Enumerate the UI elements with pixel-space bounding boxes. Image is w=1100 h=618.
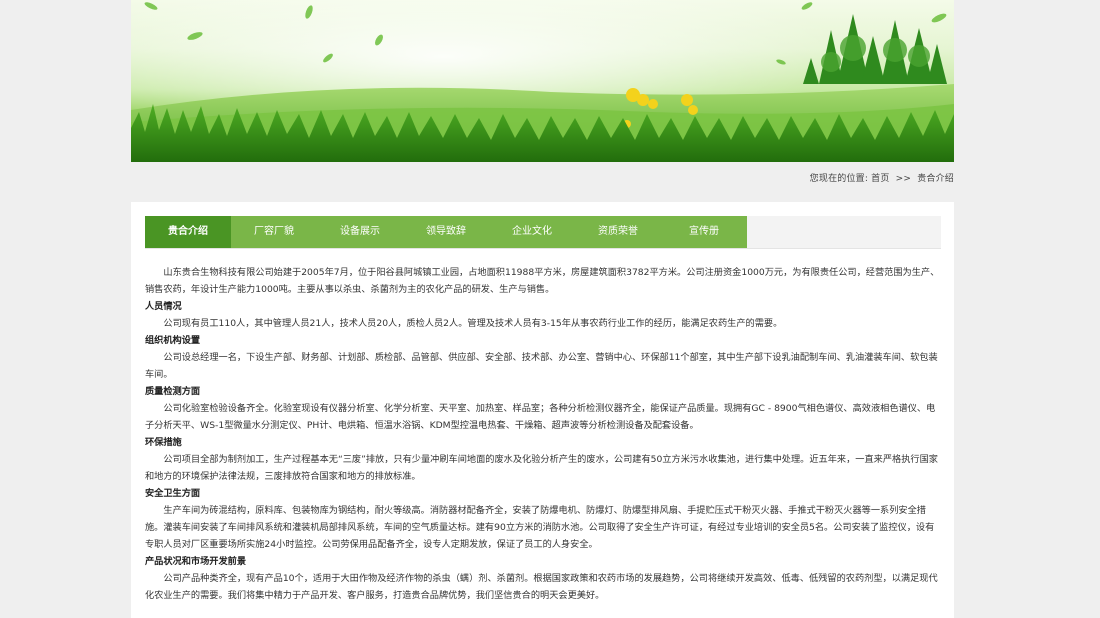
- tab-honors[interactable]: 资质荣誉: [575, 216, 661, 248]
- section-text-products: 公司产品种类齐全，现有产品10个，适用于大田作物及经济作物的杀虫（螨）剂、杀菌剂…: [145, 573, 938, 601]
- section-heading-quality: 质量检测方面: [145, 386, 201, 397]
- section-text-staff: 公司现有员工110人，其中管理人员21人，技术人员20人，质检人员2人。管理及技…: [163, 318, 783, 329]
- breadcrumb-home-link[interactable]: 首页: [871, 174, 889, 184]
- section-text-safety: 生产车间为砖混结构，原料库、包装物库为钢结构，耐火等级高。消防器材配备齐全，安装…: [145, 505, 935, 550]
- section-tabs: 贵合介绍 厂容厂貌 设备展示 领导致辞 企业文化 资质荣誉 宣传册: [145, 216, 941, 249]
- header-banner: [131, 0, 954, 162]
- tab-leader-speech[interactable]: 领导致辞: [403, 216, 489, 248]
- tab-brochure[interactable]: 宣传册: [661, 216, 747, 248]
- breadcrumb: 您现在的位置: 首页 >> 贵合介绍: [810, 171, 954, 184]
- content-panel: 贵合介绍 厂容厂貌 设备展示 领导致辞 企业文化 资质荣誉 宣传册 山东贵合生物…: [131, 202, 954, 618]
- breadcrumb-current-link[interactable]: 贵合介绍: [917, 174, 954, 184]
- page: 您现在的位置: 首页 >> 贵合介绍 贵合介绍 厂容厂貌 设备展示 领导致辞 企…: [0, 0, 1100, 618]
- tab-culture[interactable]: 企业文化: [489, 216, 575, 248]
- section-text-organization: 公司设总经理一名，下设生产部、财务部、计划部、质检部、品管部、供应部、安全部、技…: [145, 352, 938, 380]
- breadcrumb-prefix: 您现在的位置:: [809, 174, 869, 184]
- breadcrumb-separator: >>: [895, 174, 912, 184]
- section-text-environment: 公司项目全部为制剂加工，生产过程基本无“三废”排放，只有少量冲刷车间地面的废水及…: [145, 454, 938, 482]
- grassland-illustration: [131, 0, 954, 162]
- intro-paragraph: 山东贵合生物科技有限公司始建于2005年7月，位于阳谷县阿城镇工业园，占地面积1…: [145, 267, 940, 295]
- section-heading-staff: 人员情况: [145, 301, 182, 312]
- section-heading-organization: 组织机构设置: [145, 335, 201, 346]
- article-body: 山东贵合生物科技有限公司始建于2005年7月，位于阳谷县阿城镇工业园，占地面积1…: [145, 264, 941, 604]
- tab-factory-view[interactable]: 厂容厂貌: [231, 216, 317, 248]
- section-text-quality: 公司化验室检验设备齐全。化验室现设有仪器分析室、化学分析室、天平室、加热室、样品…: [145, 403, 936, 431]
- section-heading-products: 产品状况和市场开发前景: [145, 556, 247, 567]
- tab-company-intro[interactable]: 贵合介绍: [145, 216, 231, 248]
- tab-equipment[interactable]: 设备展示: [317, 216, 403, 248]
- section-heading-safety: 安全卫生方面: [145, 488, 201, 499]
- section-heading-environment: 环保措施: [145, 437, 182, 448]
